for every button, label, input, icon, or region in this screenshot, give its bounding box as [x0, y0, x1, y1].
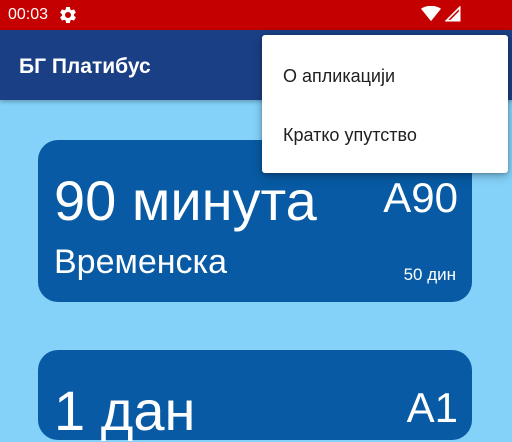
- wifi-icon: [421, 6, 441, 22]
- signal-icon: [445, 6, 461, 22]
- overflow-menu: О апликацији Кратко упутство: [262, 35, 508, 173]
- ticket-duration: 1 дан: [54, 379, 196, 442]
- menu-item-about-app[interactable]: О апликацији: [262, 47, 508, 105]
- menu-item-short-guide[interactable]: Кратко упутство: [262, 106, 508, 164]
- ticket-price: 50 дин: [403, 265, 456, 284]
- ticket-type: Временска: [54, 243, 228, 281]
- ticket-code: A90: [383, 174, 458, 221]
- ticket-duration: 90 минута: [54, 169, 317, 232]
- ticket-code: A1: [406, 384, 458, 431]
- settings-gear-icon: [60, 6, 76, 23]
- app-title: БГ Платибус: [19, 55, 151, 78]
- status-time: 00:03: [8, 6, 49, 23]
- ticket-card-1-day[interactable]: 1 дан A1: [38, 350, 472, 442]
- status-bar: 00:03: [0, 0, 512, 30]
